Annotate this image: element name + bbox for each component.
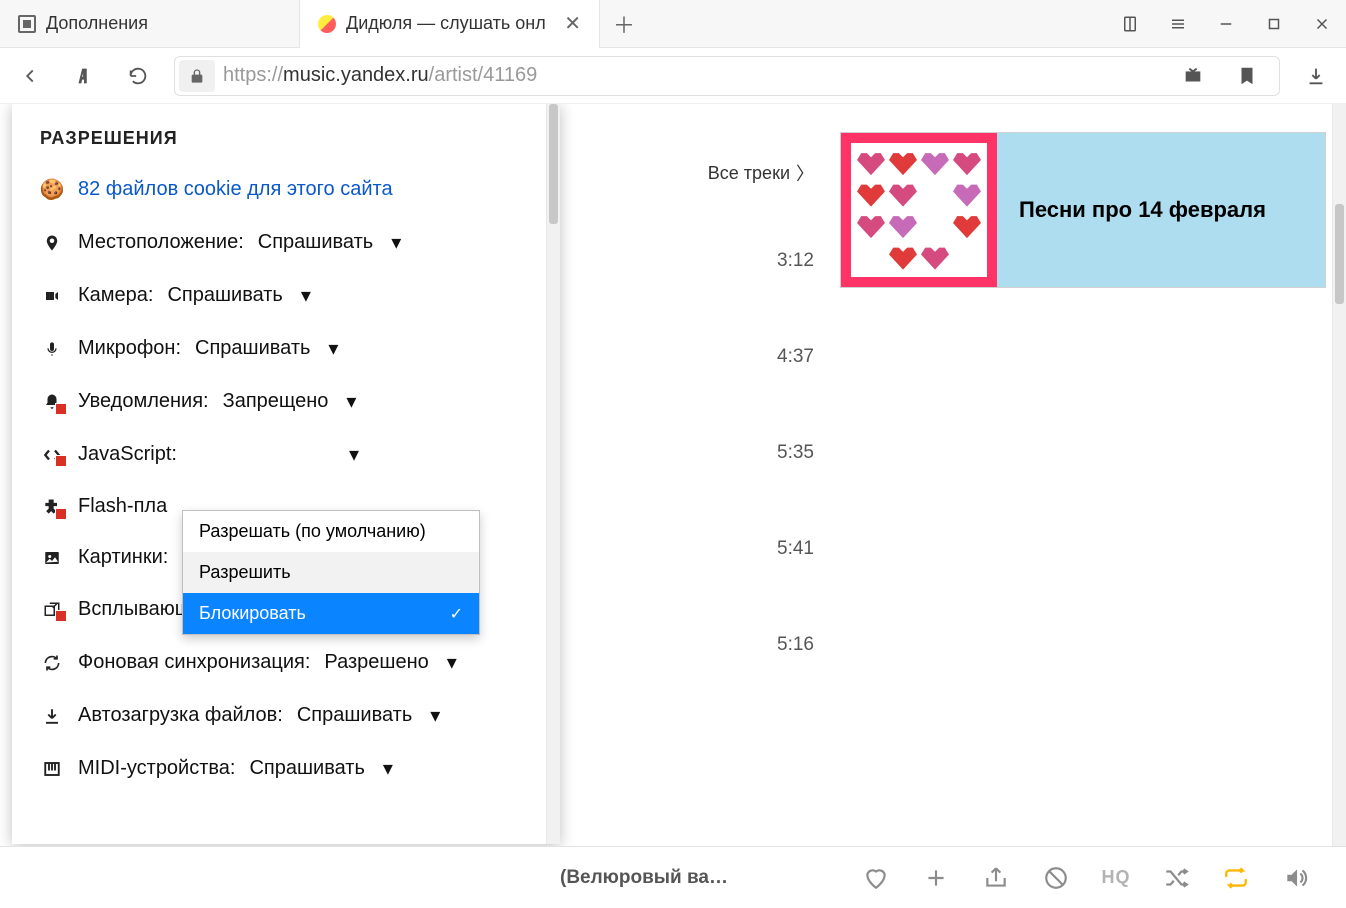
track-duration: 3:12	[560, 236, 820, 332]
promo-title: Песни про 14 февраля	[997, 133, 1325, 287]
cookies-link-row[interactable]: 🍪 82 файлов cookie для этого сайта	[12, 163, 559, 216]
camera-icon	[40, 288, 64, 304]
plugin-icon	[40, 497, 64, 517]
reload-button[interactable]	[120, 58, 156, 94]
yandex-home-icon[interactable]	[66, 58, 102, 94]
back-button[interactable]	[12, 58, 48, 94]
site-permissions-panel: РАЗРЕШЕНИЯ 🍪 82 файлов cookie для этого …	[12, 104, 560, 844]
yandex-music-favicon-icon	[318, 15, 336, 33]
javascript-permission-dropdown: Разрешать (по умолчанию) Разрешить Блоки…	[182, 510, 480, 635]
track-duration: 5:16	[560, 620, 820, 716]
caret-down-icon: ▾	[349, 442, 359, 467]
url-box[interactable]: https://music.yandex.ru/artist/41169	[174, 56, 1280, 96]
omnibox-right-icons	[1175, 58, 1275, 94]
page-content: Все треки 〉 3:12 4:37 5:35 5:41 5:16 Пес…	[560, 104, 1346, 846]
downloads-icon[interactable]	[1298, 58, 1334, 94]
midi-icon	[40, 760, 64, 778]
address-bar: https://music.yandex.ru/artist/41169	[0, 48, 1346, 104]
track-duration: 5:35	[560, 428, 820, 524]
ban-button[interactable]	[1042, 864, 1070, 892]
site-lock-icon[interactable]	[179, 60, 215, 92]
perm-midi[interactable]: MIDI-устройства: Спрашивать ▾	[12, 742, 559, 795]
url-host: music.yandex.ru	[283, 64, 429, 86]
download-icon	[40, 706, 64, 726]
window-controls	[1106, 0, 1346, 48]
page-scrollbar[interactable]	[1332, 104, 1346, 846]
all-tracks-link[interactable]: Все треки 〉	[560, 160, 820, 236]
volume-button[interactable]	[1282, 864, 1310, 892]
active-tab-title: Дидюля — слушать онл	[346, 13, 554, 34]
image-icon	[40, 549, 64, 567]
menu-icon[interactable]	[1154, 0, 1202, 48]
dropdown-option-allow[interactable]: Разрешить	[183, 552, 479, 593]
track-duration: 5:41	[560, 524, 820, 620]
close-tab-icon[interactable]: ✕	[564, 11, 581, 36]
location-icon	[40, 232, 64, 254]
bookmark-icon[interactable]	[1229, 58, 1265, 94]
promo-banner[interactable]: Песни про 14 февраля	[840, 132, 1326, 288]
perm-camera[interactable]: Камера: Спрашивать ▾	[12, 269, 559, 322]
chevron-right-icon: 〉	[796, 160, 814, 186]
window-maximize[interactable]	[1250, 0, 1298, 48]
url-path: /artist/41169	[429, 64, 538, 86]
check-icon: ✓	[450, 604, 463, 624]
permissions-scrollbar-thumb[interactable]	[549, 104, 558, 224]
repeat-button[interactable]	[1222, 864, 1250, 892]
url-text: https://music.yandex.ru/artist/41169	[223, 64, 1167, 87]
caret-down-icon: ▾	[391, 230, 401, 255]
caret-down-icon: ▾	[301, 283, 311, 308]
like-button[interactable]	[862, 864, 890, 892]
dropdown-option-block[interactable]: Блокировать✓	[183, 593, 479, 634]
page-scrollbar-thumb[interactable]	[1335, 204, 1344, 304]
perm-notifications[interactable]: Уведомления: Запрещено ▾	[12, 375, 559, 428]
extensions-tab-label: Дополнения	[46, 13, 281, 34]
now-playing-title: (Велюровый ва…	[560, 867, 830, 889]
url-scheme: https://	[223, 64, 283, 86]
reader-mode-icon[interactable]	[1106, 0, 1154, 48]
perm-microphone[interactable]: Микрофон: Спрашивать ▾	[12, 322, 559, 375]
code-icon	[40, 446, 64, 464]
hq-toggle[interactable]: HQ	[1102, 864, 1130, 892]
dropdown-option-default[interactable]: Разрешать (по умолчанию)	[183, 511, 479, 552]
perm-javascript[interactable]: JavaScript: ▾	[12, 428, 559, 481]
sync-icon	[40, 653, 64, 673]
microphone-icon	[40, 339, 64, 359]
cookies-link[interactable]: 82 файлов cookie для этого сайта	[78, 178, 393, 201]
caret-down-icon: ▾	[430, 703, 440, 728]
caret-down-icon: ▾	[383, 756, 393, 781]
window-close[interactable]	[1298, 0, 1346, 48]
caret-down-icon: ▾	[346, 389, 356, 414]
perm-location[interactable]: Местоположение: Спрашивать ▾	[12, 216, 559, 269]
protect-icon[interactable]	[1175, 58, 1211, 94]
add-button[interactable]	[922, 864, 950, 892]
permissions-scrollbar[interactable]	[546, 104, 560, 844]
caret-down-icon: ▾	[447, 650, 457, 675]
content-area: РАЗРЕШЕНИЯ 🍪 82 файлов cookie для этого …	[0, 104, 1346, 846]
perm-auto-download[interactable]: Автозагрузка файлов: Спрашивать ▾	[12, 689, 559, 742]
share-button[interactable]	[982, 864, 1010, 892]
shuffle-button[interactable]	[1162, 864, 1190, 892]
tab-bar: Дополнения Дидюля — слушать онл ✕ ＋	[0, 0, 1346, 48]
player-bar: (Велюровый ва… HQ	[0, 846, 1346, 908]
promo-thumbnail	[841, 133, 997, 287]
caret-down-icon: ▾	[328, 336, 338, 361]
popup-icon	[40, 601, 64, 619]
track-duration: 4:37	[560, 332, 820, 428]
extensions-icon	[18, 15, 36, 33]
tracks-column: Все треки 〉 3:12 4:37 5:35 5:41 5:16	[560, 104, 820, 716]
permissions-header: РАЗРЕШЕНИЯ	[12, 104, 559, 163]
new-tab-button[interactable]: ＋	[600, 0, 648, 48]
window-minimize[interactable]	[1202, 0, 1250, 48]
cookie-icon: 🍪	[40, 177, 64, 202]
bell-icon	[40, 392, 64, 412]
perm-bg-sync[interactable]: Фоновая синхронизация: Разрешено ▾	[12, 636, 559, 689]
tab-active[interactable]: Дидюля — слушать онл ✕	[300, 0, 600, 48]
tab-extensions[interactable]: Дополнения	[0, 0, 300, 48]
